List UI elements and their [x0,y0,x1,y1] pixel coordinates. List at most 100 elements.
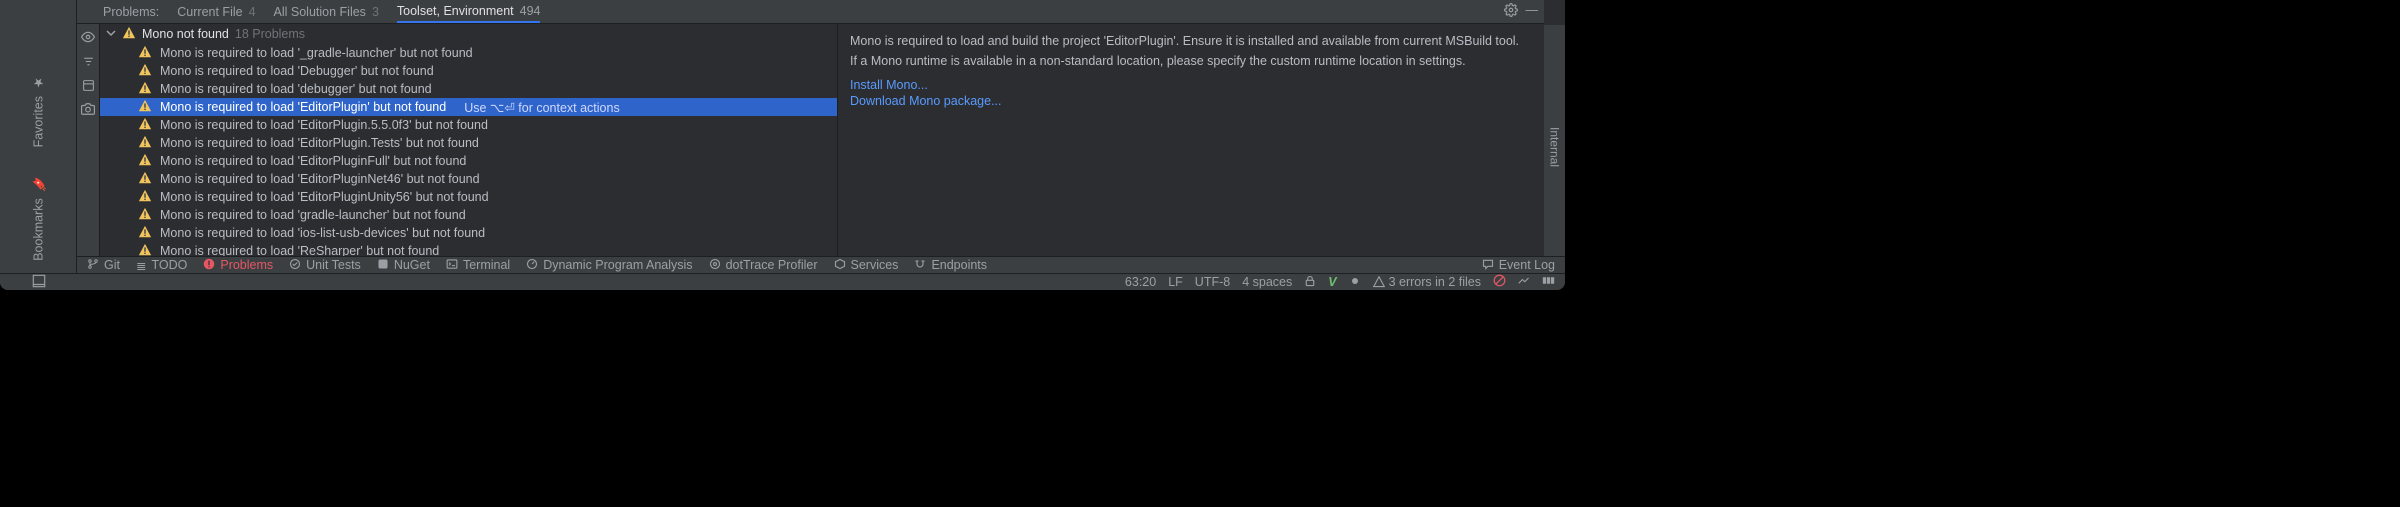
problem-text: Mono is required to load 'ReSharper' but… [160,244,439,256]
tab-toolset-environment[interactable]: Toolset, Environment 494 [397,0,541,23]
encoding[interactable]: UTF-8 [1195,275,1230,289]
right-tool-rail: Internal [1544,25,1565,270]
warning-icon [138,207,152,224]
eye-icon[interactable] [81,30,95,44]
favorites-tool[interactable]: Favorites ★ [31,75,46,147]
terminal-tool[interactable]: Terminal [446,258,510,273]
unit-tests-tool[interactable]: Unit Tests [289,258,361,273]
problem-item[interactable]: Mono is required to load 'EditorPluginFu… [100,152,837,170]
problem-item[interactable]: Mono is required to load '_gradle-launch… [100,44,837,62]
expand-icon[interactable] [81,78,95,92]
no-entry-icon[interactable] [1493,274,1506,290]
warning-icon [138,135,152,152]
problem-text: Mono is required to load 'EditorPlugin' … [160,100,446,114]
minimize-icon[interactable]: — [1526,3,1539,20]
problems-tree: Mono not found 18 Problems Mono is requi… [100,24,837,256]
todo-tool[interactable]: ≣TODO [136,258,187,273]
problem-text: Mono is required to load 'EditorPluginUn… [160,190,489,204]
group-title: Mono not found [142,27,229,41]
warning-icon [138,81,152,98]
notification-icon[interactable] [1349,275,1361,290]
problem-detail-panel: Mono is required to load and build the p… [837,24,1544,256]
problem-item[interactable]: Mono is required to load 'EditorPlugin.T… [100,134,837,152]
camera-icon[interactable] [81,102,95,116]
problem-item[interactable]: Mono is required to load 'gradle-launche… [100,206,837,224]
services-tool[interactable]: Services [834,258,899,273]
problem-text: Mono is required to load 'debugger' but … [160,82,432,96]
filter-icon[interactable] [81,54,95,68]
tests-icon [289,258,301,273]
problems-tab-bar: Problems: Current File 4 All Solution Fi… [77,0,1544,24]
problems-label: Problems: [103,5,159,19]
bookmarks-tool[interactable]: Bookmarks 🔖 [31,177,46,261]
warning-icon [138,117,152,134]
line-ending[interactable]: LF [1168,275,1183,289]
problem-group[interactable]: Mono not found 18 Problems [100,24,837,44]
view-options-column [77,24,100,256]
warning-icon [138,45,152,62]
warning-icon [122,26,136,43]
tab-all-solution-files[interactable]: All Solution Files 3 [274,0,379,23]
problem-text: Mono is required to load 'EditorPluginNe… [160,172,480,186]
warning-icon [138,99,152,116]
problem-item[interactable]: Mono is required to load 'EditorPluginUn… [100,188,837,206]
internal-tool[interactable]: Internal [1548,127,1562,167]
endpoints-icon [914,258,926,273]
profiler-icon [709,258,721,273]
endpoints-tool[interactable]: Endpoints [914,258,987,273]
detail-line2: If a Mono runtime is available in a non-… [850,52,1532,70]
problem-text: Mono is required to load 'Debugger' but … [160,64,434,78]
problem-item[interactable]: Mono is required to load 'Debugger' but … [100,62,837,80]
tab-current-file[interactable]: Current File 4 [177,0,255,23]
problem-text: Mono is required to load 'gradle-launche… [160,208,466,222]
indent[interactable]: 4 spaces [1242,275,1292,289]
services-icon [834,258,846,273]
vim-icon[interactable]: V [1328,275,1336,289]
group-count: 18 Problems [235,27,305,41]
status-bar: 63:20 LF UTF-8 4 spaces V 3 errors in 2 … [0,273,1565,290]
warning-icon [138,225,152,242]
dottrace-tool[interactable]: dotTrace Profiler [709,258,818,273]
detail-line1: Mono is required to load and build the p… [850,32,1532,50]
widescreen-icon[interactable] [1542,274,1555,290]
star-icon: ★ [31,75,46,90]
terminal-icon [446,258,458,273]
nuget-icon [377,258,389,273]
error-icon [203,258,215,273]
context-actions-hint: Use ⌥⏎ for context actions [464,100,620,115]
install-mono-link[interactable]: Install Mono... [850,78,1532,92]
problem-item[interactable]: Mono is required to load 'debugger' but … [100,80,837,98]
problem-text: Mono is required to load 'EditorPluginFu… [160,154,466,168]
dpa-tool[interactable]: Dynamic Program Analysis [526,258,692,273]
problem-item[interactable]: Mono is required to load 'ios-list-usb-d… [100,224,837,242]
tool-window-icon[interactable] [32,274,46,291]
download-mono-link[interactable]: Download Mono package... [850,94,1532,108]
problem-text: Mono is required to load 'ios-list-usb-d… [160,226,485,240]
nuget-tool[interactable]: NuGet [377,258,430,273]
inspection-icon[interactable] [1518,275,1530,290]
readonly-icon[interactable] [1304,275,1316,290]
warning-icon [138,63,152,80]
warning-icon [138,189,152,206]
branch-icon [87,258,99,273]
favorites-label: Favorites [31,96,45,147]
problem-item[interactable]: Mono is required to load 'EditorPluginNe… [100,170,837,188]
warning-icon [138,171,152,188]
warning-icon [138,243,152,257]
problem-item[interactable]: Mono is required to load 'EditorPlugin' … [100,98,837,116]
event-log-tool[interactable]: Event Log [1482,258,1555,273]
bottom-toolbar: Git ≣TODO Problems Unit Tests NuGet Term… [77,256,1565,273]
problem-item[interactable]: Mono is required to load 'ReSharper' but… [100,242,837,256]
problem-text: Mono is required to load 'EditorPlugin.T… [160,136,479,150]
git-tool[interactable]: Git [87,258,120,273]
list-icon: ≣ [136,258,146,273]
error-count[interactable]: 3 errors in 2 files [1373,275,1481,289]
left-tool-rail: Favorites ★ Bookmarks 🔖 [0,0,77,290]
bookmark-icon: 🔖 [31,177,46,192]
problem-text: Mono is required to load '_gradle-launch… [160,46,473,60]
problems-tool[interactable]: Problems [203,258,273,273]
balloon-icon [1482,258,1494,273]
problem-item[interactable]: Mono is required to load 'EditorPlugin.5… [100,116,837,134]
caret-position[interactable]: 63:20 [1125,275,1156,289]
gear-icon[interactable] [1504,3,1518,20]
